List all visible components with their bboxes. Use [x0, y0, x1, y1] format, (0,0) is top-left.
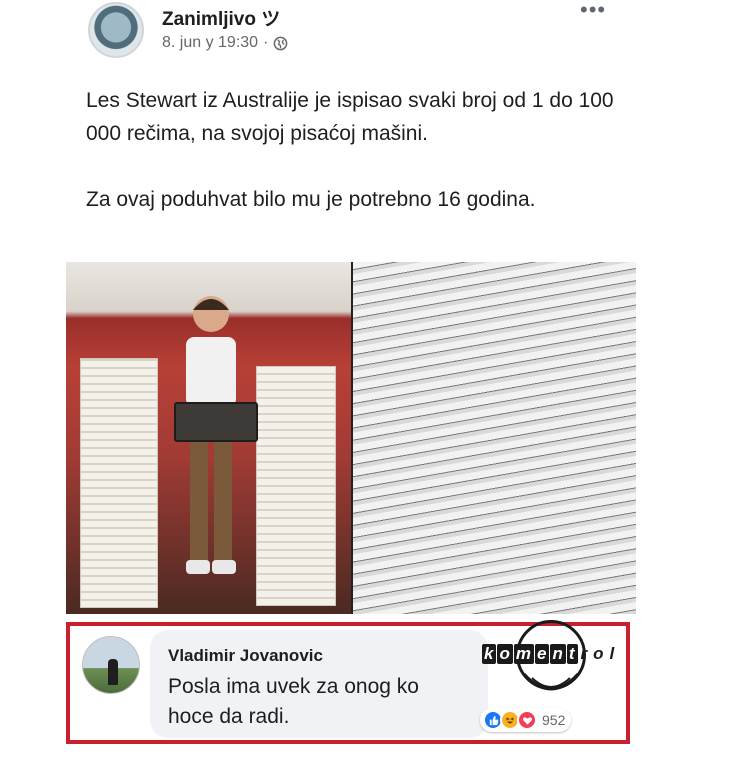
- komentrol-logo: komentrol: [478, 620, 628, 710]
- globe-icon: [274, 36, 288, 50]
- page-name[interactable]: Zanimljivo ツ: [162, 4, 280, 31]
- comment-reactions[interactable]: 952: [480, 708, 572, 732]
- meta-separator: ·: [263, 34, 269, 51]
- reaction-count: 952: [542, 712, 566, 728]
- post-meta: 8. jun у 19:30 ·: [162, 34, 288, 52]
- post-paragraph: Za ovaj poduhvat bilo mu je potrebno 16 …: [86, 188, 536, 211]
- paper-stack: [256, 366, 336, 606]
- post-timestamp[interactable]: 8. jun у 19:30: [162, 34, 258, 52]
- post-body: Les Stewart iz Australije je ispisao sva…: [86, 84, 646, 249]
- comment-bubble: Vladimir Jovanovic Posla ima uvek za ono…: [150, 630, 488, 738]
- commenter-avatar[interactable]: [82, 636, 140, 694]
- highlighted-comment: Vladimir Jovanovic Posla ima uvek za ono…: [66, 620, 630, 744]
- more-options-icon[interactable]: •••: [580, 0, 606, 21]
- typewriter: [174, 402, 258, 442]
- post-photo[interactable]: [66, 262, 636, 614]
- page-avatar[interactable]: [88, 2, 144, 58]
- photo-man-with-paper-stacks: [66, 262, 351, 614]
- photo-typed-pages: [353, 262, 636, 614]
- comment-text: Posla ima uvek za onog ko hoce da radi.: [168, 675, 419, 728]
- post-paragraph: Les Stewart iz Australije je ispisao sva…: [86, 89, 614, 145]
- paper-stack: [80, 358, 158, 608]
- love-reaction-icon: [517, 710, 537, 730]
- logo-arc: [522, 672, 580, 691]
- commenter-name[interactable]: Vladimir Jovanovic: [168, 646, 470, 666]
- logo-text: komentrol: [482, 644, 616, 664]
